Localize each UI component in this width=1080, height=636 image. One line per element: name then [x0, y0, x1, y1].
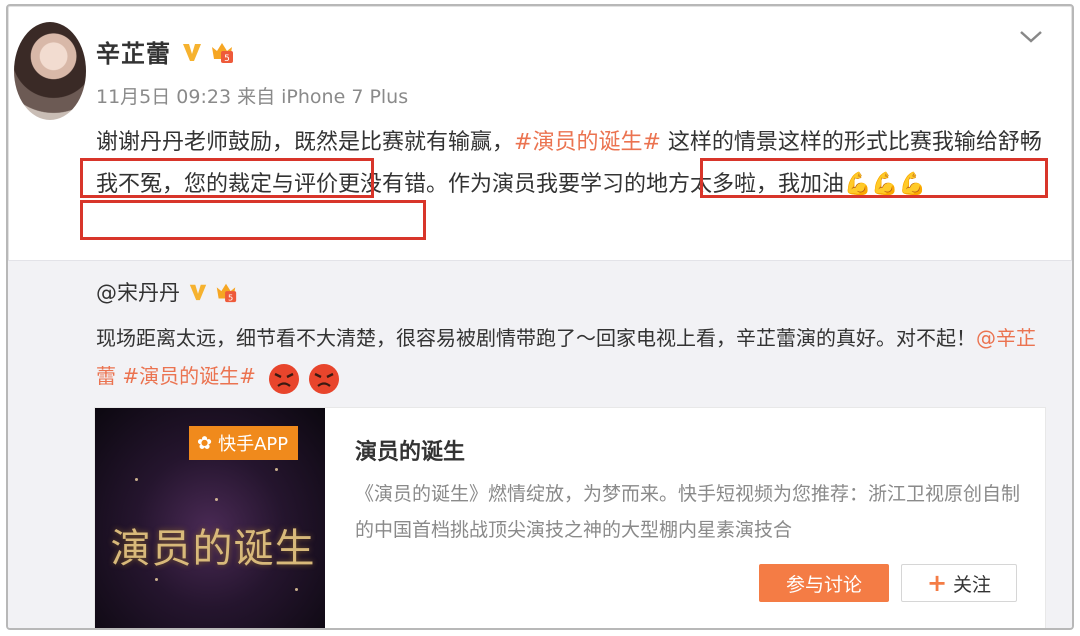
- card-title[interactable]: 演员的诞生: [355, 434, 465, 466]
- svg-text:5: 5: [224, 54, 230, 64]
- kuaishou-icon: ✿: [197, 432, 213, 454]
- angry-face-icon: [309, 363, 340, 394]
- weibo-post-card: 辛芷蕾 5 11月5日 09:23 来自 iPhone 7 Plus 谢谢丹丹老…: [6, 4, 1074, 630]
- post-hashtag[interactable]: #演员的诞生#: [514, 130, 661, 155]
- verified-v-icon: [183, 43, 201, 61]
- repost-hashtag[interactable]: #演员的诞生#: [122, 364, 256, 388]
- thumbnail-title: 演员的诞生: [110, 526, 316, 572]
- post-meta: 11月5日 09:23 来自 iPhone 7 Plus: [96, 86, 409, 108]
- plus-icon: +: [926, 569, 948, 597]
- card-thumbnail[interactable]: ✿ 快手APP 演员的诞生: [95, 408, 325, 628]
- angry-face-icon: [269, 363, 300, 394]
- repost-author[interactable]: @宋丹丹: [96, 277, 180, 307]
- highlight-box: [80, 200, 426, 240]
- repost-author-row: @宋丹丹 5: [96, 277, 238, 307]
- chevron-down-icon[interactable]: [1016, 24, 1046, 48]
- link-card[interactable]: ✿ 快手APP 演员的诞生 演员的诞生 《演员的诞生》燃情绽放，为梦而来。快手短…: [94, 407, 1046, 628]
- follow-label: 关注: [953, 573, 992, 596]
- member-badge-icon[interactable]: 5: [209, 39, 235, 65]
- avatar[interactable]: [14, 22, 86, 120]
- post-text-part1: 谢谢丹丹老师鼓励，既然是比赛就有输赢，: [96, 130, 515, 155]
- badge-label: 快手APP: [218, 434, 289, 455]
- card-description: 《演员的诞生》燃情绽放，为梦而来。快手短视频为您推荐：浙江卫视原创自制的中国首档…: [355, 483, 1021, 541]
- join-discussion-button[interactable]: 参与讨论: [759, 564, 889, 602]
- repost-text: 现场距离太远，细节看不大清楚，很容易被剧情带跑了～回家电视上看，辛芷蕾演的真好。…: [96, 319, 1046, 395]
- author-name[interactable]: 辛芷蕾: [96, 34, 171, 69]
- member-badge-icon[interactable]: 5: [214, 280, 238, 304]
- verified-v-icon: [189, 284, 207, 301]
- repost-block: @宋丹丹 5 现场距离太远，细节看不大清楚，很容易被剧情带跑了～回家电视上看，辛…: [8, 260, 1072, 628]
- flexed-arm-emoji: 💪💪💪: [844, 172, 927, 197]
- post-text: 谢谢丹丹老师鼓励，既然是比赛就有输赢，#演员的诞生# 这样的情景这样的形式比赛我…: [96, 122, 1056, 206]
- repost-body: 现场距离太远，细节看不大清楚，很容易被剧情带跑了～回家电视上看，辛芷蕾演的真好。…: [96, 326, 976, 350]
- author-row: 辛芷蕾 5: [96, 34, 235, 69]
- svg-text:5: 5: [228, 292, 233, 302]
- kuaishou-badge: ✿ 快手APP: [189, 426, 299, 460]
- follow-button[interactable]: + 关注: [901, 564, 1017, 602]
